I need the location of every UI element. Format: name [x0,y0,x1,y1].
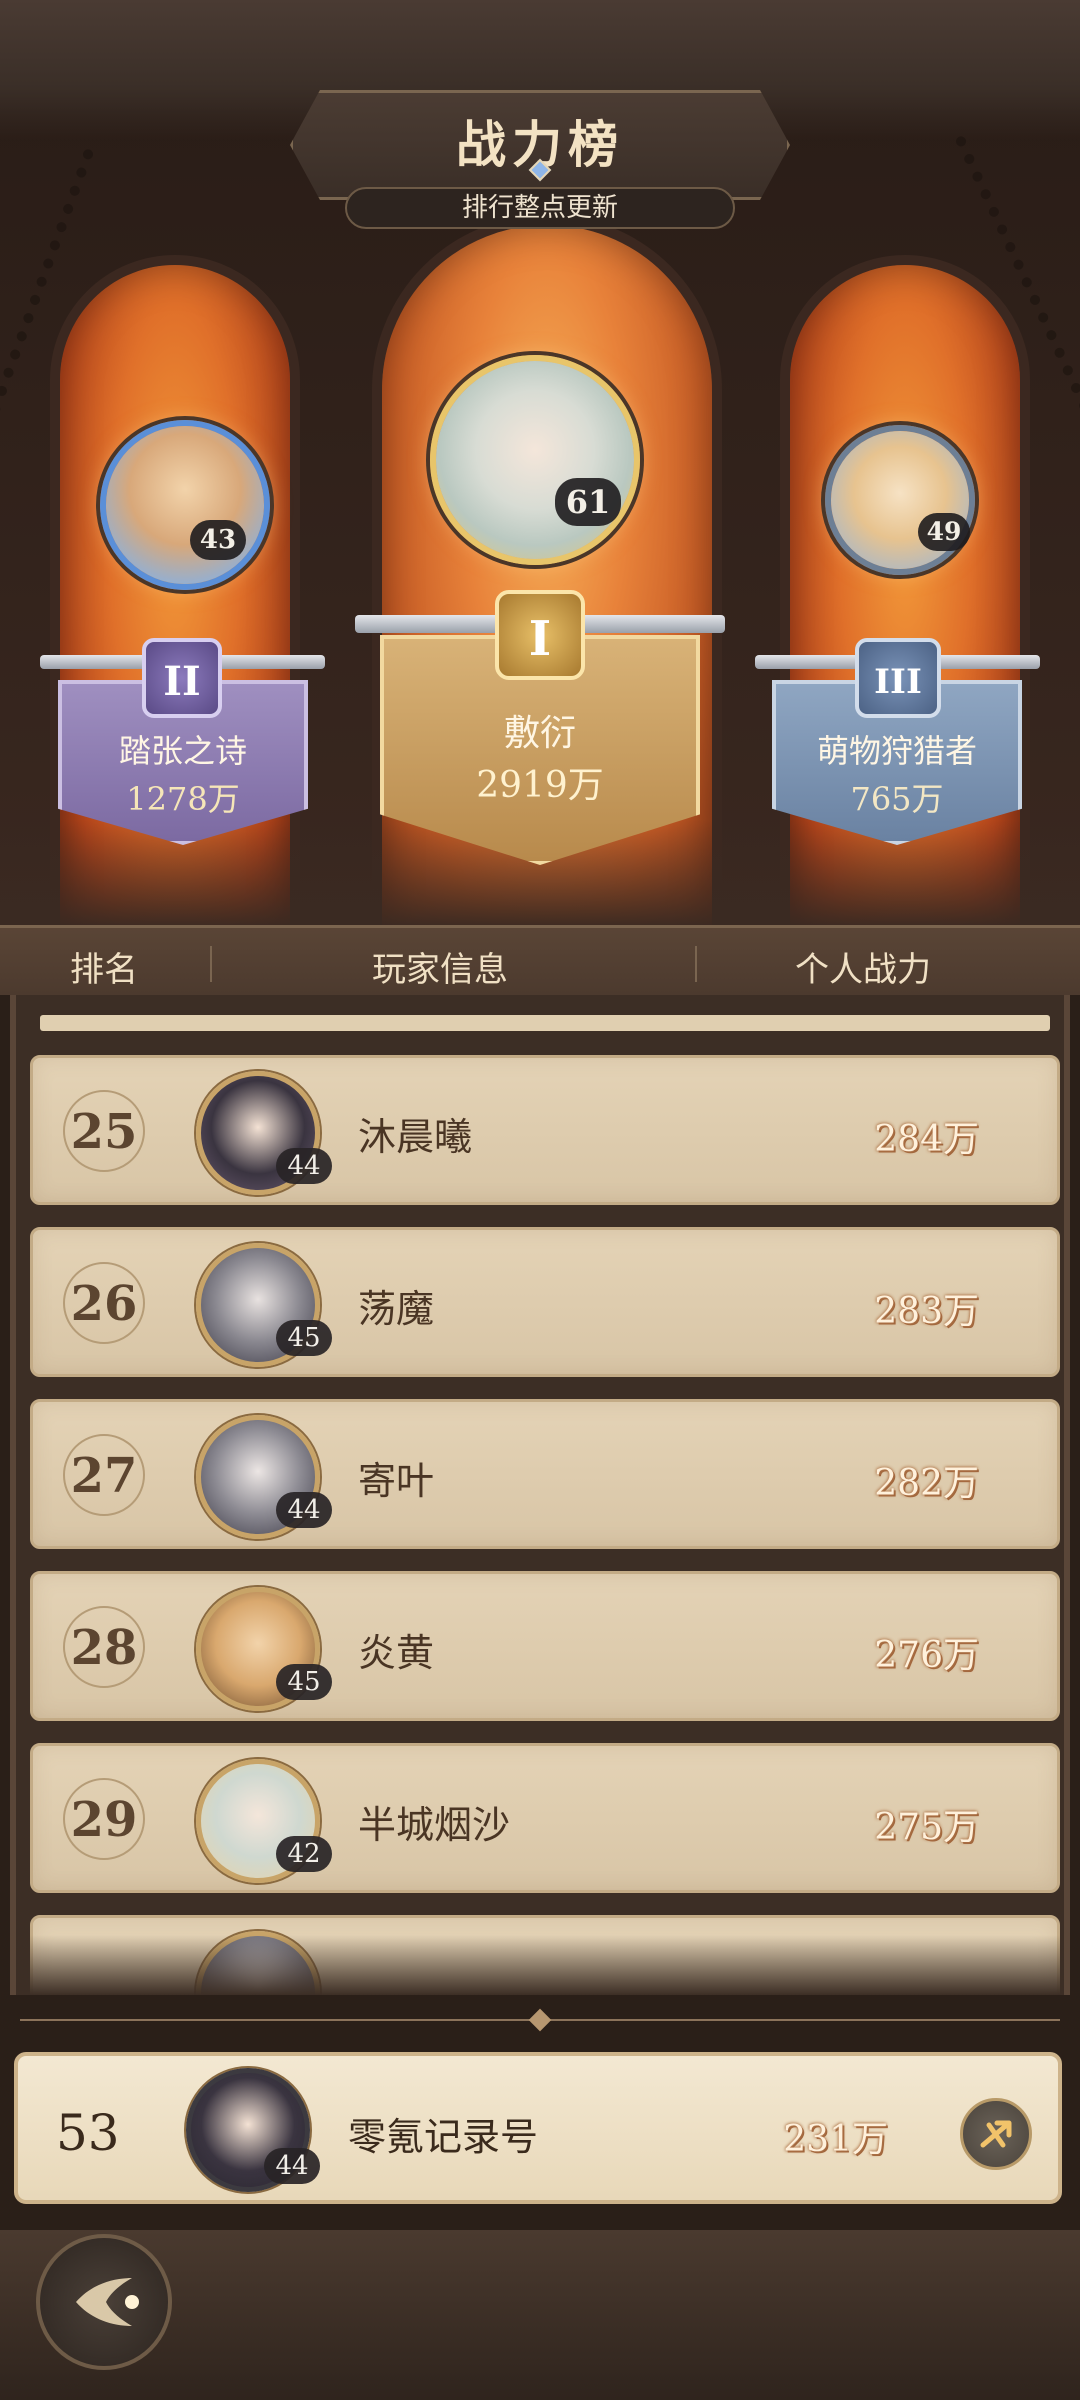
col-separator [210,946,212,982]
row-rank: 25 [63,1090,145,1172]
my-rank: 53 [56,2104,120,2162]
ranking-row[interactable]: 25 44 沐晨曦 284万 [30,1055,1060,1205]
ranking-row[interactable]: 29 42 半城烟沙 275万 [30,1743,1060,1893]
col-rank-header: 排名 [70,950,138,990]
second-place-level: 43 [190,520,246,560]
rank-i-icon: I [495,590,585,680]
col-separator [695,946,697,982]
rank-ii-icon: II [142,638,222,718]
list-fade [16,1935,1064,1995]
row-name: 半城烟沙 [358,1803,511,1847]
row-rank: 27 [63,1434,145,1516]
my-ranking-row[interactable]: 53 44 零氪记录号 231万 [14,2052,1062,2204]
ranking-row[interactable]: 27 44 寄叶 282万 [30,1399,1060,1549]
row-score: 276万 [874,1635,979,1676]
row-name: 荡魔 [358,1287,435,1331]
row-level: 45 [276,1320,332,1356]
share-button[interactable] [960,2098,1032,2170]
row-rank: 29 [63,1778,145,1860]
row-name: 沐晨曦 [358,1115,473,1159]
third-place-score: 765万 [850,780,944,818]
row-score: 284万 [874,1119,979,1160]
ranking-row[interactable]: 28 45 炎黄 276万 [30,1571,1060,1721]
row-name: 寄叶 [358,1459,435,1503]
first-place-avatar[interactable] [430,355,640,565]
ranking-row[interactable]: 26 45 荡魔 283万 [30,1227,1060,1377]
my-level: 44 [264,2148,320,2184]
back-button[interactable] [36,2234,172,2370]
list-header: 排名 玩家信息 个人战力 [0,925,1080,995]
row-score: 275万 [874,1807,979,1848]
second-place-score: 1278万 [126,780,240,818]
update-note: 排行整点更新 [345,187,735,229]
second-place-avatar[interactable] [100,420,270,590]
my-name: 零氪记录号 [348,2115,539,2159]
row-level: 45 [276,1664,332,1700]
divider [0,2008,1080,2032]
col-power-header: 个人战力 [795,950,931,990]
first-place-name: 敷衍 [503,713,576,754]
first-place-score: 2919万 [476,765,604,806]
second-place-name: 踏张之诗 [118,732,247,770]
share-icon [980,2120,1012,2148]
row-score: 283万 [874,1291,979,1332]
row-score: 282万 [874,1463,979,1504]
my-score: 231万 [783,2119,888,2160]
back-arrow-icon [76,2278,139,2326]
row-rank: 28 [63,1606,145,1688]
row-level: 44 [276,1148,332,1184]
first-place-level: 61 [555,478,621,526]
third-place-level: 49 [918,513,970,551]
col-player-header: 玩家信息 [372,950,508,990]
rank-iii-icon: III [855,638,941,718]
third-place-avatar[interactable] [825,425,975,575]
row-rank: 26 [63,1262,145,1344]
row-level: 44 [276,1492,332,1528]
ranking-list[interactable]: 25 44 沐晨曦 284万 26 45 荡魔 283万 27 44 寄叶 28… [10,995,1070,1995]
row-name: 炎黄 [358,1631,435,1675]
third-place-name: 萌物狩猎者 [816,732,977,770]
list-top-strip [40,1015,1050,1031]
row-level: 42 [276,1836,332,1872]
